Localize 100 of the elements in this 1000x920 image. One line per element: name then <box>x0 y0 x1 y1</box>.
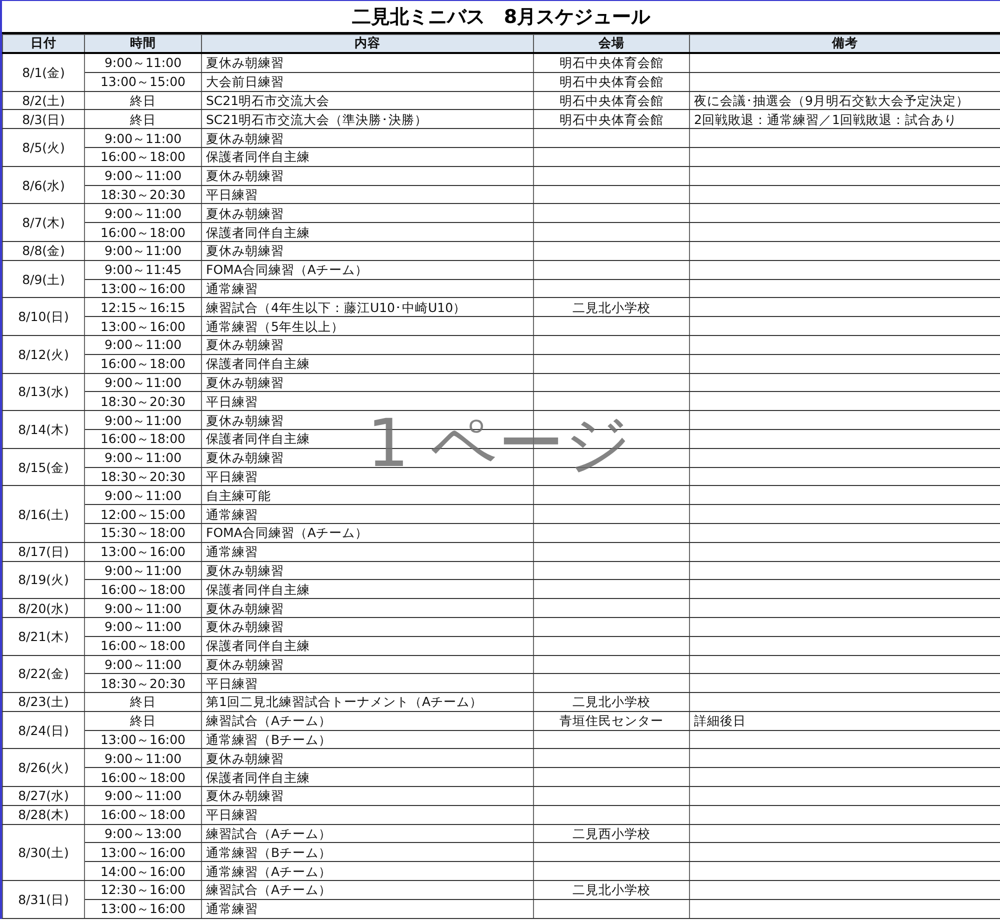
table-cell: 13:00～16:00 <box>100 901 186 916</box>
table-cell: 平日練習 <box>206 468 258 484</box>
table-cell: 18:30～20:30 <box>100 676 186 691</box>
table-cell: 8/2(土) <box>22 92 65 108</box>
table-cell: 8/27(水) <box>18 788 69 804</box>
table-cell: 8/19(火) <box>18 572 69 588</box>
table-cell: 12:15～16:15 <box>100 300 186 315</box>
table-cell: 9:00～11:00 <box>104 788 182 804</box>
table-cell: 8/21(木) <box>18 628 69 644</box>
table-cell: 8/14(木) <box>18 422 69 437</box>
table-cell: 8/24(日) <box>18 722 69 738</box>
table-cell: 16:00～18:00 <box>100 149 186 164</box>
table-cell: 夏休み朝練習 <box>206 788 284 804</box>
table-cell: 8/3(日) <box>22 112 65 127</box>
table-cell: 8/28(木) <box>18 807 69 822</box>
column-header: 内容 <box>202 34 534 53</box>
table-cell: 夏休み朝練習 <box>206 750 284 766</box>
table-cell: 二見北小学校 <box>572 300 650 315</box>
table-cell: 青垣住民センター <box>560 713 664 728</box>
table-cell: 通常練習 <box>206 506 258 522</box>
table-cell: 16:00～18:00 <box>100 356 186 372</box>
table-cell: 夏休み朝練習 <box>206 562 284 578</box>
table-cell: SC21明石市交流大会（準決勝･決勝） <box>206 112 428 127</box>
table-cell: 終日 <box>130 694 156 710</box>
column-header: 会場 <box>534 34 690 53</box>
table-cell: 16:00～18:00 <box>100 770 186 785</box>
table-cell: 通常練習（5年生以上） <box>206 318 344 334</box>
table-cell: 8/10(日) <box>18 309 69 324</box>
table-cell: 平日練習 <box>206 676 258 691</box>
table-cell: 夏休み朝練習 <box>206 206 284 221</box>
table-cell: 9:00～11:00 <box>104 600 182 616</box>
table-cell: 夏休み朝練習 <box>206 168 284 184</box>
table-cell: 13:00～15:00 <box>100 74 186 90</box>
table-cell: 9:00～13:00 <box>104 826 182 842</box>
table-cell: 8/15(金) <box>18 460 69 475</box>
table-cell: 練習試合（Aチーム） <box>206 882 332 898</box>
table-cell: 保護者同伴自主練 <box>206 431 310 446</box>
table-cell: 夏休み朝練習 <box>206 450 284 466</box>
table-cell: 16:00～18:00 <box>100 224 186 240</box>
table-cell: 二見北小学校 <box>572 882 650 898</box>
table-cell: 9:00～11:00 <box>104 450 182 466</box>
table-cell: 通常練習（Bチーム） <box>206 732 332 748</box>
table-cell: 通常練習 <box>206 544 258 560</box>
table-cell: 自主練可能 <box>206 488 271 503</box>
table-cell: 明石中央体育会館 <box>560 74 664 90</box>
table-cell: 夏休み朝練習 <box>206 55 284 70</box>
table-cell: FOMA合同練習（Aチーム） <box>206 525 368 540</box>
table-cell: 平日練習 <box>206 807 258 822</box>
table-cell: 平日練習 <box>206 394 258 409</box>
table-cell: 8/23(土) <box>18 694 69 710</box>
table-cell: 夏休み朝練習 <box>206 656 284 672</box>
table-cell: 16:00～18:00 <box>100 807 186 822</box>
table-cell: 8/30(土) <box>18 844 69 860</box>
table-cell: 9:00～11:00 <box>104 412 182 428</box>
table-cell: 二見西小学校 <box>572 826 650 842</box>
table-cell: 夏休み朝練習 <box>206 337 284 352</box>
table-cell: 13:00～16:00 <box>100 318 186 334</box>
table-cell: 夏休み朝練習 <box>206 619 284 634</box>
table-cell: 通常練習 <box>206 901 258 916</box>
table-cell: 夏休み朝練習 <box>206 130 284 146</box>
table-cell: 練習試合（4年生以下：藤江U10･中崎U10） <box>206 300 466 315</box>
table-cell: 保護者同伴自主練 <box>206 770 310 785</box>
table-cell: 8/13(水) <box>18 384 69 400</box>
table-cell: 16:00～18:00 <box>100 638 186 654</box>
table-cell: 2回戦敗退：通常練習／1回戦敗退：試合あり <box>694 112 957 127</box>
table-cell: 9:00～11:00 <box>104 337 182 352</box>
table-cell: 通常練習（Bチーム） <box>206 844 332 860</box>
table-cell: 14:00～16:00 <box>100 864 186 879</box>
table-cell: 16:00～18:00 <box>100 431 186 446</box>
table-cell: 18:30～20:30 <box>100 468 186 484</box>
table-cell: 通常練習（Aチーム） <box>206 864 332 879</box>
table-cell: 8/12(火) <box>18 346 69 362</box>
table-cell: 保護者同伴自主練 <box>206 356 310 372</box>
table-cell: 12:30～16:00 <box>100 882 186 898</box>
table-cell: 9:00～11:45 <box>104 262 182 278</box>
table-cell: 夜に会議･抽選会（9月明石交歓大会予定決定） <box>694 92 969 108</box>
table-cell: 練習試合（Aチーム） <box>206 713 332 728</box>
table-cell: 8/7(木) <box>22 215 65 230</box>
table-cell: 8/31(日) <box>18 892 69 907</box>
table-cell: 夏休み朝練習 <box>206 412 284 428</box>
table-cell: 13:00～16:00 <box>100 732 186 748</box>
table-cell: 大会前日練習 <box>206 74 284 90</box>
table-cell: 終日 <box>130 92 156 108</box>
table-cell: 13:00～16:00 <box>100 544 186 560</box>
table-cell: 明石中央体育会館 <box>560 112 664 127</box>
table-cell: 9:00～11:00 <box>104 206 182 221</box>
table-cell: 16:00～18:00 <box>100 582 186 597</box>
table-cell: FOMA合同練習（Aチーム） <box>206 262 368 278</box>
table-cell: 8/5(火) <box>22 140 65 155</box>
table-cell: 通常練習 <box>206 280 258 296</box>
table-cell: 9:00～11:00 <box>104 619 182 634</box>
table-cell: 二見北小学校 <box>572 694 650 710</box>
table-cell: 保護者同伴自主練 <box>206 149 310 164</box>
table-cell: 9:00～11:00 <box>104 488 182 503</box>
table-cell: 9:00～11:00 <box>104 130 182 146</box>
table-cell: 8/17(日) <box>18 544 69 560</box>
table-cell: 練習試合（Aチーム） <box>206 826 332 842</box>
table-cell: 終日 <box>130 112 156 127</box>
table-cell: 夏休み朝練習 <box>206 600 284 616</box>
table-cell: 詳細後日 <box>694 713 746 728</box>
